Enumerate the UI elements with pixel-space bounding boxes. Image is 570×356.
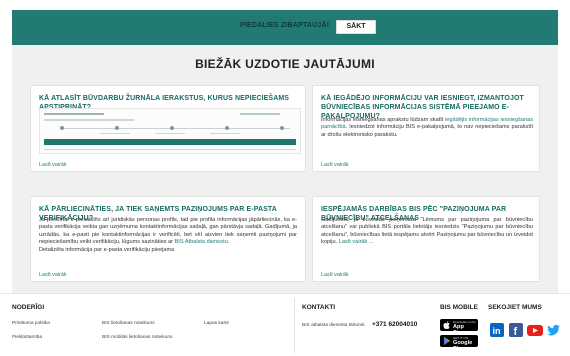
faq-card-4[interactable]: Iespējamās darbības BIS pēc "Paziņojuma … [312, 196, 540, 282]
app-store-badge[interactable]: Download on the App Store [440, 319, 478, 336]
read-more-link[interactable]: Lasīt vairāk [39, 272, 67, 278]
follow-heading: Sekojiet mums [488, 304, 542, 311]
svg-text:in: in [493, 326, 501, 336]
footer-link-sitemap[interactable]: Lapas karte [204, 321, 229, 326]
faq-card-text: Informācijas iesniegšanas aprakstu lūdza… [321, 117, 533, 138]
faq-card-text: Ja personai ir piesaistīts arī juridiskā… [39, 217, 297, 253]
survey-banner: Piedalies zibaptaujā! Sākt [12, 10, 558, 45]
survey-label: Piedalies zibaptaujā! [240, 22, 330, 29]
mobile-heading: BIS mobile [440, 304, 478, 311]
footer-divider [294, 298, 295, 353]
start-survey-button[interactable]: Sākt [336, 20, 376, 34]
faq-card-2[interactable]: Kā iegādējo informāciju var iesniegt, iz… [312, 85, 540, 172]
footer-link-mobile-terms[interactable]: BIS mobilās lietošanas noteikumi [102, 335, 172, 340]
read-more-link[interactable]: Lasīt vairāk [39, 162, 67, 168]
faq-card-text: Gadījumos, ja būvvaldē pieņemtusi "Lēmum… [321, 217, 533, 246]
facebook-icon[interactable]: f [509, 323, 523, 337]
faq-card-3[interactable]: Kā pārliecināties, ja tiek saņemts paziņ… [30, 196, 306, 282]
support-label: BIS atbalsta dienesta tālrunis: [302, 323, 366, 328]
read-more-link[interactable]: Lasīt vairāk [321, 272, 349, 278]
linkedin-icon[interactable]: in [490, 323, 504, 337]
google-play-icon [444, 337, 450, 345]
contacts-heading: Kontakti [302, 304, 336, 311]
google-play-label: Google Play [453, 339, 473, 352]
journal-screenshot [39, 108, 301, 154]
youtube-icon[interactable] [527, 325, 543, 336]
inline-read-more-link[interactable]: Lasīt vairāk ... [339, 239, 374, 245]
footer-link-privacy[interactable]: Privātuma politika [12, 321, 50, 326]
footer-link-accessibility[interactable]: Piekļūstamība [12, 335, 42, 340]
app-store-label: App Store [453, 323, 468, 336]
journal-tab-bar [44, 139, 296, 145]
google-play-badge[interactable]: GET IT ON Google Play [440, 335, 478, 352]
read-more-link[interactable]: Lasīt vairāk [321, 162, 349, 168]
apple-icon [443, 321, 450, 329]
footer: Noderīgi Privātuma politika BIS lietošan… [0, 293, 570, 356]
svg-text:f: f [514, 326, 518, 337]
faq-section: Biežāk uzdotie jautājumi Kā atlasīt būvd… [12, 45, 558, 293]
faq-card-1[interactable]: Kā atlasīt būvdarbu žurnāla ierakstus, k… [30, 85, 306, 172]
twitter-icon[interactable] [547, 323, 561, 337]
useful-heading: Noderīgi [12, 304, 45, 311]
footer-link-terms[interactable]: BIS lietošanas noteikumi [102, 321, 155, 326]
support-link[interactable]: BIS Atbalsta dienestu [175, 239, 228, 245]
support-phone[interactable]: +371 62004010 [372, 321, 417, 328]
faq-title: Biežāk uzdotie jautājumi [195, 57, 375, 71]
